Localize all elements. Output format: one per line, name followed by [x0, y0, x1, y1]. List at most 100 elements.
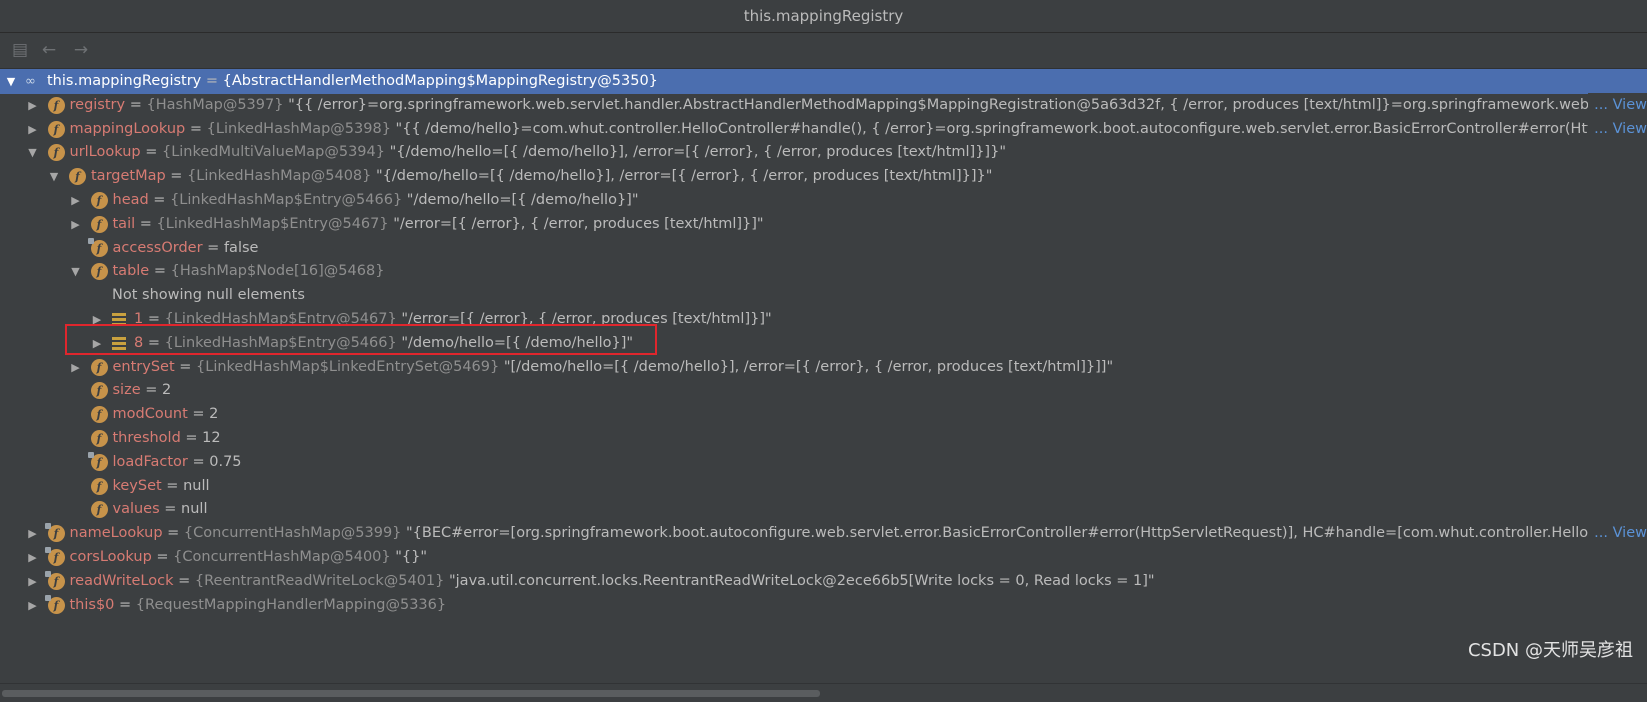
- type-label: {RequestMappingHandlerMapping@5336}: [135, 596, 447, 613]
- variable-name: threshold: [112, 430, 181, 446]
- tree-row[interactable]: f size = 2: [0, 378, 1647, 403]
- tree-row[interactable]: ▶ f head = {LinkedHashMap$Entry@5466} "/de…: [0, 188, 1647, 213]
- variable-name: tail: [112, 215, 136, 232]
- type-label: {LinkedHashMap@5398}: [206, 120, 396, 137]
- tree-row[interactable]: f modCount = 2: [0, 402, 1647, 427]
- variable-name: values: [112, 501, 160, 518]
- final-field-icon: f: [44, 523, 65, 543]
- view-link[interactable]: ... View: [1588, 116, 1647, 142]
- type-label: {AbstractHandlerMethodMapping$MappingReg…: [222, 73, 658, 89]
- variable-value: Not showing null elements: [112, 287, 305, 304]
- variable-value: "/demo/hello=[{ /demo/hello}]": [406, 192, 639, 208]
- equals-sign: =: [185, 120, 207, 137]
- tree-row[interactable]: ▶ f entrySet = {LinkedHashMap$LinkedEntryS…: [0, 355, 1647, 380]
- field-icon: f: [69, 168, 86, 186]
- variable-name: modCount: [112, 406, 188, 423]
- tree-row[interactable]: ▶ f readWriteLock = {ReentrantReadWriteLoc…: [0, 569, 1647, 594]
- tree-row-text: urlLookup = {LinkedMultiValueMap@5394} "…: [70, 140, 1007, 165]
- type-label: {LinkedMultiValueMap@5394}: [161, 144, 390, 161]
- collapse-arrow-icon[interactable]: ▼: [48, 164, 60, 189]
- variable-name: table: [112, 263, 150, 280]
- equals-sign: =: [202, 239, 224, 256]
- back-arrow-icon[interactable]: ←: [38, 40, 60, 60]
- tree-row[interactable]: ▼ ∞ this.mappingRegistry = {AbstractHandle…: [0, 69, 1647, 94]
- tree-row[interactable]: f values = null: [0, 497, 1647, 522]
- type-label: {LinkedHashMap$Entry@5467}: [156, 215, 394, 232]
- tree-row-text: table = {HashMap$Node[16]@5468}: [113, 259, 385, 284]
- variable-value: "/error=[{ /error}, { /error, produces […: [393, 215, 764, 232]
- view-link[interactable]: ... View: [1588, 92, 1647, 118]
- tree-row[interactable]: ▶ f this$0 = {RequestMappingHandlerMapping…: [0, 593, 1647, 618]
- tree-row-text: entrySet = {LinkedHashMap$LinkedEntrySet…: [113, 355, 1114, 380]
- expand-arrow-icon[interactable]: ▶: [27, 593, 39, 618]
- expand-arrow-icon[interactable]: ▶: [27, 545, 39, 570]
- view-link[interactable]: ... View: [1588, 521, 1647, 547]
- window-title: this.mappingRegistry: [0, 0, 1647, 33]
- forward-arrow-icon[interactable]: →: [70, 40, 92, 60]
- tree-row[interactable]: f loadFactor = 0.75: [0, 450, 1647, 475]
- expand-arrow-icon[interactable]: ▶: [27, 569, 39, 594]
- equals-sign: =: [148, 192, 171, 208]
- variable-name: entrySet: [112, 358, 175, 375]
- tree-row[interactable]: ▼ f targetMap = {LinkedHashMap@5408} "{/de…: [0, 164, 1647, 189]
- tree-row[interactable]: Not showing null elements: [0, 283, 1647, 308]
- variable-value: null: [183, 477, 210, 494]
- field-icon: f: [90, 263, 108, 281]
- collapse-arrow-icon[interactable]: ▼: [5, 69, 17, 94]
- tree-row[interactable]: ▼ f urlLookup = {LinkedMultiValueMap@5394}…: [0, 140, 1647, 165]
- final-field-icon: f: [87, 237, 108, 257]
- tree-row-text: Not showing null elements: [112, 283, 305, 308]
- expand-arrow-icon[interactable]: ▶: [27, 93, 39, 118]
- collapse-arrow-icon[interactable]: ▼: [70, 259, 82, 284]
- tree-row-text: nameLookup = {ConcurrentHashMap@5399} "{…: [70, 521, 1589, 546]
- tree-row[interactable]: ▶ f nameLookup = {ConcurrentHashMap@5399} …: [0, 521, 1647, 547]
- tree-row[interactable]: ▶ f tail = {LinkedHashMap$Entry@5467} "/er…: [0, 212, 1647, 237]
- field-icon: f: [90, 501, 108, 519]
- type-label: {ReentrantReadWriteLock@5401}: [194, 572, 449, 589]
- scrollbar-thumb[interactable]: [2, 690, 820, 697]
- variable-name: this.mappingRegistry: [47, 73, 202, 89]
- tree-row[interactable]: ▶ f mappingLookup = {LinkedHashMap@5398} "…: [0, 116, 1647, 142]
- variable-name: mappingLookup: [69, 120, 186, 137]
- field-icon: f: [47, 144, 65, 162]
- equals-sign: =: [165, 168, 188, 185]
- variable-value: "{{ /demo/hello}=com.whut.controller.Hel…: [395, 120, 1593, 137]
- equals-sign: =: [140, 382, 162, 399]
- variable-name: this$0: [69, 596, 115, 613]
- variable-name: corsLookup: [69, 549, 152, 565]
- final-field-icon: f: [44, 570, 65, 590]
- equals-sign: =: [159, 501, 182, 518]
- variable-value: "{}": [395, 549, 428, 565]
- tree-row-text: targetMap = {LinkedHashMap@5408} "{/demo…: [91, 164, 992, 189]
- tree-row[interactable]: f threshold = 12: [0, 426, 1647, 451]
- expand-arrow-icon[interactable]: ▶: [70, 212, 82, 237]
- variable-name: size: [112, 382, 141, 399]
- type-label: {HashMap@5397}: [146, 96, 289, 113]
- variable-value: false: [223, 239, 259, 256]
- expand-arrow-icon[interactable]: ▶: [70, 355, 82, 380]
- tree-row[interactable]: f accessOrder = false: [0, 236, 1647, 261]
- variable-name: registry: [69, 96, 126, 113]
- variable-value: "{/demo/hello=[{ /demo/hello}], /error=[…: [389, 144, 1006, 161]
- tree-row[interactable]: ▼ f table = {HashMap$Node[16]@5468}: [0, 259, 1647, 284]
- horizontal-scrollbar[interactable]: [0, 683, 1647, 702]
- collapse-arrow-icon[interactable]: ▼: [27, 140, 39, 165]
- highlight-annotation-box: [65, 324, 657, 355]
- equals-sign: =: [162, 525, 184, 542]
- tree-row-text: loadFactor = 0.75: [113, 450, 242, 475]
- expand-arrow-icon[interactable]: ▶: [27, 521, 39, 546]
- variable-name: urlLookup: [69, 144, 141, 161]
- variable-value: null: [181, 501, 208, 518]
- equals-sign: =: [151, 549, 174, 565]
- type-label: {ConcurrentHashMap@5399}: [183, 525, 407, 542]
- field-icon: f: [47, 120, 65, 138]
- tree-row[interactable]: f keySet = null: [0, 474, 1647, 499]
- variable-value: "{BEC#error=[org.springframework.boot.au…: [406, 525, 1589, 542]
- watch-panel-icon[interactable]: ▤: [9, 40, 31, 60]
- tree-row[interactable]: ▶ f registry = {HashMap@5397} "{{ /error}=…: [0, 92, 1647, 118]
- tree-row[interactable]: ▶ f corsLookup = {ConcurrentHashMap@5400} …: [0, 545, 1647, 570]
- expand-arrow-icon[interactable]: ▶: [27, 117, 39, 142]
- expand-arrow-icon[interactable]: ▶: [70, 188, 82, 213]
- variable-name: targetMap: [91, 168, 166, 185]
- tree-row-text: head = {LinkedHashMap$Entry@5466} "/demo…: [113, 188, 639, 213]
